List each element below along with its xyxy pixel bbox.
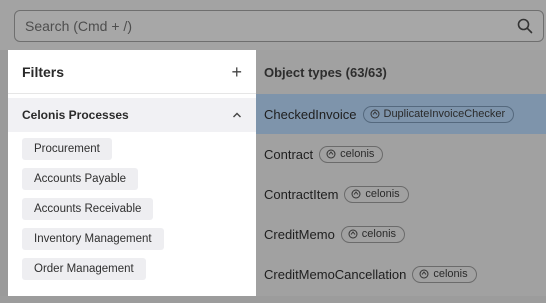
package-tag-label: celonis [433, 268, 468, 280]
package-tag: celonis [344, 185, 409, 203]
filters-title: Filters [22, 63, 65, 80]
filter-chip-order-management[interactable]: Order Management [22, 258, 146, 280]
package-icon [348, 229, 358, 239]
object-types-header: Object types (63/63) [264, 64, 387, 80]
package-icon [351, 189, 361, 199]
object-name: CreditMemo [264, 226, 335, 242]
package-tag-label: celonis [365, 188, 400, 200]
backdrop-strip [0, 296, 546, 303]
package-tag-label: celonis [361, 228, 397, 240]
object-row-creditmemocancellation[interactable]: CreditMemoCancellation celonis [256, 254, 546, 294]
filter-group-header[interactable]: Celonis Processes [8, 98, 256, 132]
package-icon [370, 109, 379, 119]
package-icon [419, 269, 429, 279]
filter-chip-accounts-receivable[interactable]: Accounts Receivable [22, 198, 154, 220]
object-name: CheckedInvoice [264, 106, 357, 122]
search-box[interactable]: Search (Cmd + /) [14, 10, 544, 42]
object-row-creditmemo[interactable]: CreditMemo celonis [256, 214, 546, 254]
package-tag: celonis [319, 145, 384, 163]
filter-chip-inventory-management[interactable]: Inventory Management [22, 228, 164, 250]
object-row-contract[interactable]: Contract celonis [256, 134, 546, 174]
filter-chip-list: Procurement Accounts Payable Accounts Re… [8, 132, 256, 288]
object-types-panel: Object types (63/63) CheckedInvoice Dupl… [256, 50, 546, 303]
plus-icon[interactable]: + [231, 63, 242, 81]
filters-panel: Filters + Celonis Processes Procurement … [8, 50, 256, 296]
search-icon[interactable] [517, 18, 533, 34]
filter-chip-accounts-payable[interactable]: Accounts Payable [22, 168, 139, 190]
object-name: Contract [264, 146, 314, 162]
package-icon [326, 149, 336, 159]
search-input[interactable]: Search (Cmd + /) [25, 18, 517, 34]
package-tag: DuplicateInvoiceChecker [362, 105, 515, 123]
object-row-checkedinvoice[interactable]: CheckedInvoice DuplicateInvoiceChecker [256, 94, 546, 134]
chevron-up-icon[interactable] [232, 110, 242, 120]
filters-header: Filters + [8, 50, 256, 94]
filter-group-title: Celonis Processes [22, 108, 129, 122]
package-tag-label: DuplicateInvoiceChecker [383, 108, 506, 120]
filter-chip-procurement[interactable]: Procurement [22, 138, 112, 160]
package-tag: celonis [340, 225, 406, 243]
object-row-contractitem[interactable]: ContractItem celonis [256, 174, 546, 214]
object-name: ContractItem [264, 186, 339, 202]
package-tag-label: celonis [340, 148, 375, 160]
object-name: CreditMemoCancellation [264, 266, 407, 282]
package-tag: celonis [412, 265, 477, 283]
top-bar: Search (Cmd + /) [0, 0, 546, 50]
